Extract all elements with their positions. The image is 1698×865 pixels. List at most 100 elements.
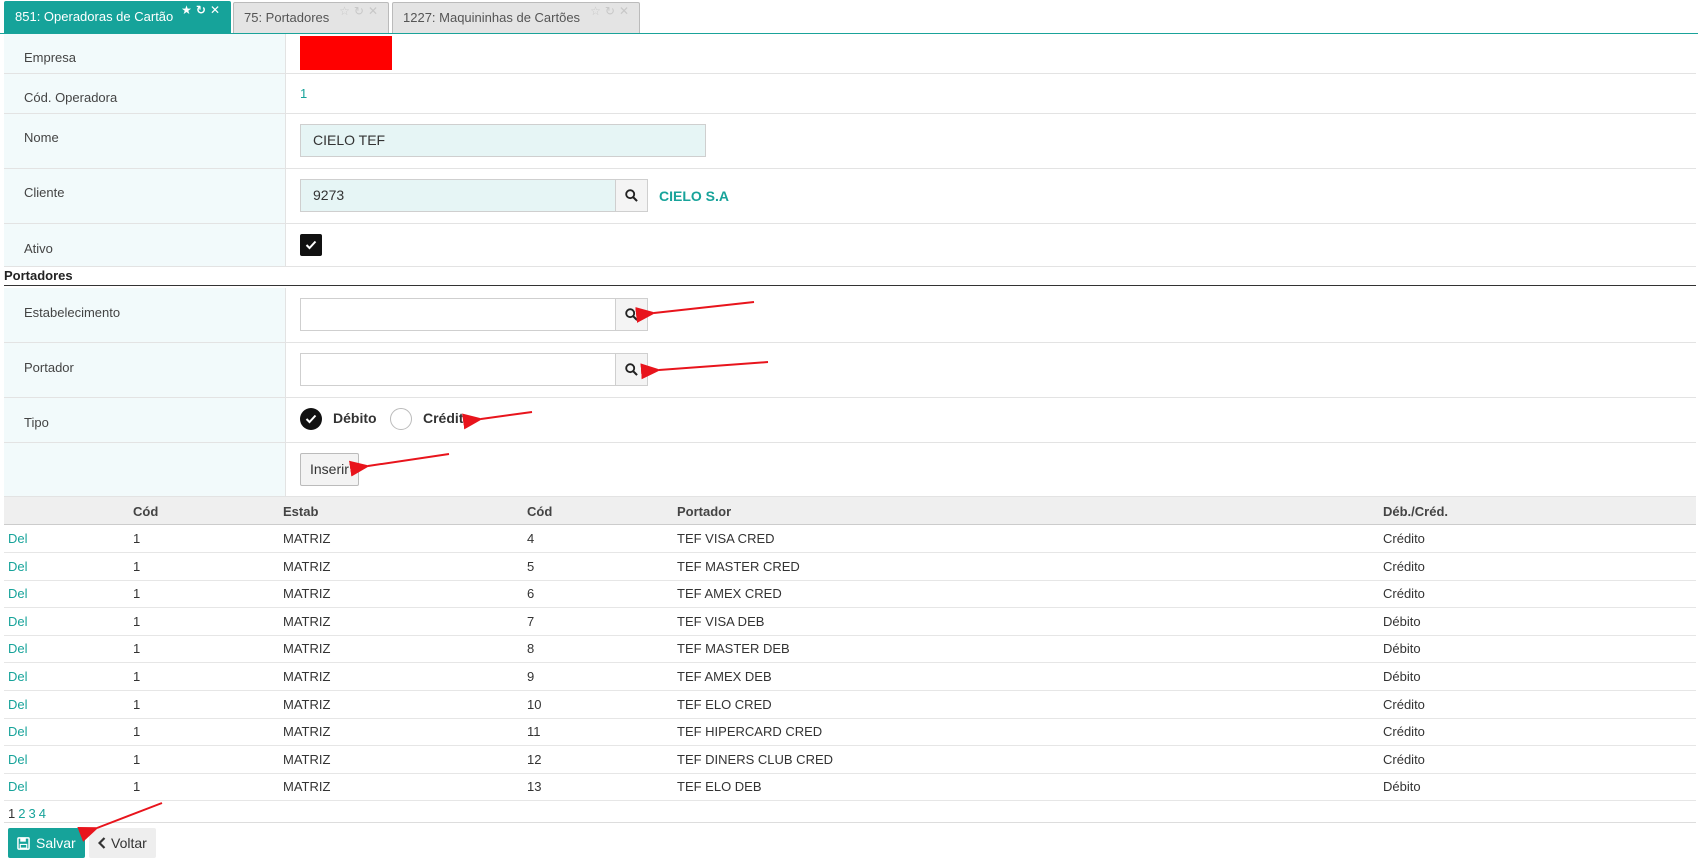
ativo-checkbox[interactable] — [300, 234, 322, 256]
del-link[interactable]: Del — [8, 697, 28, 712]
cell-cod-portador: 12 — [527, 751, 542, 767]
star-icon[interactable]: ☆ — [590, 4, 605, 18]
cell-cod: 1 — [133, 613, 141, 629]
table-row: Del 1 MATRIZ 7 TEF VISA DEB Débito — [4, 608, 1696, 636]
cell-portador: TEF ELO CRED — [677, 696, 772, 712]
del-link[interactable]: Del — [8, 641, 28, 656]
save-button-label: Salvar — [36, 835, 76, 851]
row-empresa: Empresa — [4, 34, 1696, 74]
row-cliente: Cliente 9273 CIELO S.A — [4, 169, 1696, 224]
portador-input[interactable] — [300, 353, 616, 386]
portadores-section-title: Portadores — [4, 268, 73, 283]
tab-label: 75: Portadores — [244, 10, 330, 25]
table-row: Del 1 MATRIZ 10 TEF ELO CRED Crédito — [4, 691, 1696, 719]
estabelecimento-label: Estabelecimento — [4, 288, 286, 342]
table-row: Del 1 MATRIZ 8 TEF MASTER DEB Débito — [4, 635, 1696, 664]
tab-operadoras-cartao[interactable]: 851: Operadoras de Cartão ★↻✕ — [4, 1, 231, 34]
empresa-label: Empresa — [4, 34, 286, 73]
close-icon[interactable]: ✕ — [210, 3, 224, 17]
del-link[interactable]: Del — [8, 724, 28, 739]
table-row: Del 1 MATRIZ 9 TEF AMEX DEB Débito — [4, 663, 1696, 691]
star-icon[interactable]: ☆ — [339, 4, 354, 18]
page-link[interactable]: 2 — [18, 806, 25, 821]
refresh-icon[interactable]: ↻ — [196, 3, 210, 17]
del-link[interactable]: Del — [8, 531, 28, 546]
cell-deb-cred: Crédito — [1383, 586, 1425, 602]
back-button-label: Voltar — [111, 835, 147, 851]
table-row: Del 1 MATRIZ 13 TEF ELO DEB Débito — [4, 773, 1696, 802]
cell-deb-cred: Crédito — [1383, 696, 1425, 712]
del-link[interactable]: Del — [8, 669, 28, 684]
search-icon — [625, 189, 638, 202]
back-button[interactable]: Voltar — [89, 828, 156, 858]
close-icon[interactable]: ✕ — [368, 4, 382, 18]
cell-cod: 1 — [133, 724, 141, 740]
tab-portadores[interactable]: 75: Portadores ☆↻✕ — [233, 2, 389, 34]
chevron-left-icon — [98, 837, 106, 849]
cliente-input[interactable]: 9273 — [300, 179, 616, 212]
refresh-icon[interactable]: ↻ — [605, 4, 619, 18]
cell-deb-cred: Crédito — [1383, 558, 1425, 574]
cell-portador: TEF VISA CRED — [677, 531, 775, 546]
cell-portador: TEF MASTER DEB — [677, 641, 790, 657]
estabelecimento-search-button[interactable] — [615, 298, 648, 331]
cod-operadora-label: Cód. Operadora — [4, 74, 286, 113]
tipo-debito-label[interactable]: Débito — [333, 410, 377, 426]
star-icon[interactable]: ★ — [181, 3, 196, 17]
tipo-debito-radio[interactable] — [300, 408, 322, 430]
del-link[interactable]: Del — [8, 586, 28, 601]
table-row: Del 1 MATRIZ 4 TEF VISA CRED Crédito — [4, 525, 1696, 553]
refresh-icon[interactable]: ↻ — [354, 4, 368, 18]
close-icon[interactable]: ✕ — [619, 4, 633, 18]
nome-label: Nome — [4, 114, 286, 168]
tipo-credito-label[interactable]: Crédito — [423, 410, 472, 426]
col-header-deb-cred[interactable]: Déb./Créd. — [1383, 504, 1448, 519]
tab-maquininhas[interactable]: 1227: Maquininhas de Cartões ☆↻✕ — [392, 2, 640, 34]
cell-estab: MATRIZ — [283, 696, 331, 712]
cell-deb-cred: Débito — [1383, 779, 1421, 795]
tab-bar: 851: Operadoras de Cartão ★↻✕ 75: Portad… — [0, 0, 1698, 34]
row-nome: Nome CIELO TEF — [4, 114, 1696, 169]
cell-cod-portador: 6 — [527, 586, 535, 602]
tipo-credito-radio[interactable] — [390, 408, 412, 430]
cell-estab: MATRIZ — [283, 613, 331, 629]
del-link[interactable]: Del — [8, 779, 28, 794]
arrow-salvar — [77, 802, 163, 842]
cliente-search-button[interactable] — [615, 179, 648, 212]
page-link[interactable]: 3 — [28, 806, 35, 821]
page-link[interactable]: 4 — [39, 806, 46, 821]
cell-cod-portador: 7 — [527, 613, 535, 629]
table-row: Del 1 MATRIZ 5 TEF MASTER CRED Crédito — [4, 553, 1696, 581]
cell-estab: MATRIZ — [283, 724, 331, 740]
tipo-label: Tipo — [4, 398, 286, 442]
page-current: 1 — [8, 806, 16, 821]
col-header-cod[interactable]: Cód — [133, 504, 158, 519]
cliente-name-link[interactable]: CIELO S.A — [659, 188, 729, 204]
portador-search-button[interactable] — [615, 353, 648, 386]
save-button[interactable]: Salvar — [8, 828, 85, 858]
col-header-portador[interactable]: Portador — [677, 504, 731, 519]
cell-cod: 1 — [133, 558, 141, 574]
nome-input[interactable]: CIELO TEF — [300, 124, 706, 157]
cell-deb-cred: Débito — [1383, 641, 1421, 657]
cell-deb-cred: Débito — [1383, 669, 1421, 684]
del-link[interactable]: Del — [8, 614, 28, 629]
del-link[interactable]: Del — [8, 752, 28, 767]
cell-estab: MATRIZ — [283, 531, 331, 546]
cell-deb-cred: Débito — [1383, 613, 1421, 629]
cell-cod: 1 — [133, 751, 141, 767]
del-link[interactable]: Del — [8, 559, 28, 574]
cell-estab: MATRIZ — [283, 558, 331, 574]
cell-cod-portador: 10 — [527, 696, 542, 712]
row-portador: Portador — [4, 343, 1696, 398]
col-header-estab[interactable]: Estab — [283, 504, 318, 519]
col-header-cod-portador[interactable]: Cód — [527, 504, 552, 519]
empresa-redacted — [300, 36, 392, 70]
inserir-button[interactable]: Inserir — [300, 453, 359, 486]
cell-cod: 1 — [133, 779, 141, 795]
cell-portador: TEF ELO DEB — [677, 779, 762, 795]
estabelecimento-input[interactable] — [300, 298, 616, 331]
row-cod-operadora: Cód. Operadora 1 — [4, 74, 1696, 114]
cod-operadora-value: 1 — [300, 86, 308, 101]
cell-cod-portador: 9 — [527, 669, 535, 684]
